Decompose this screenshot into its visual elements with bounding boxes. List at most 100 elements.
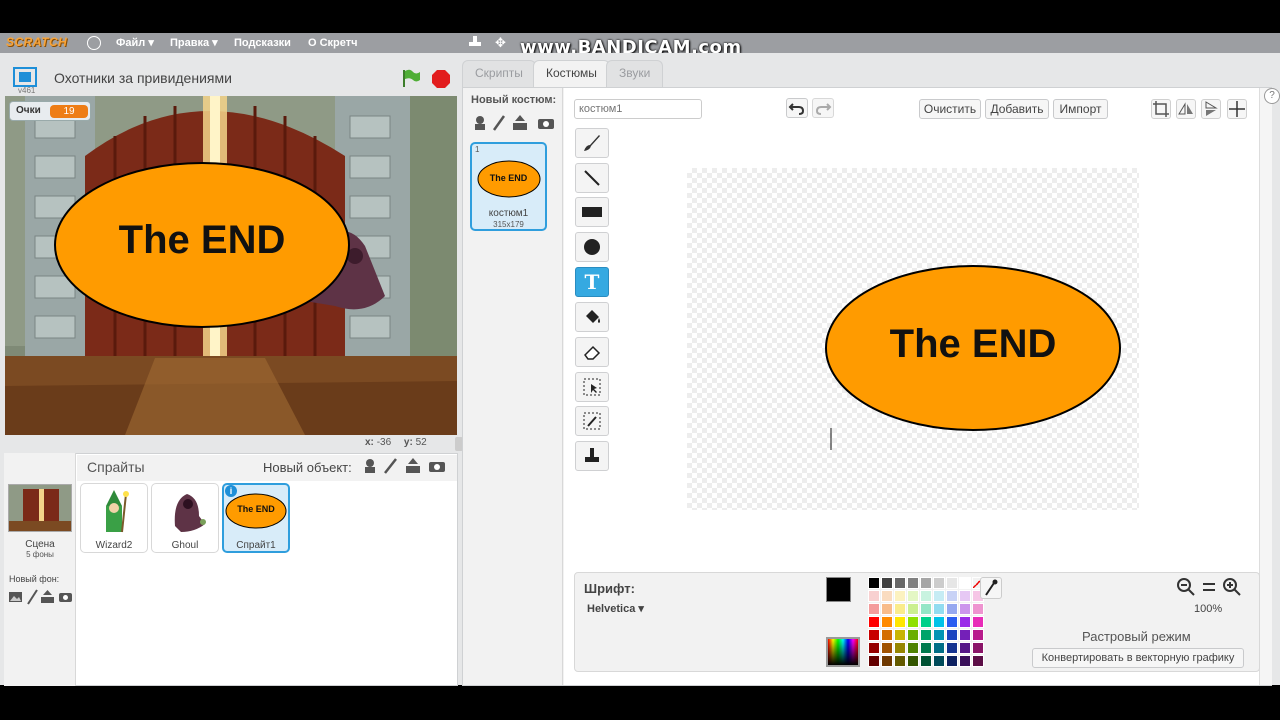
menu-edit[interactable]: Правка ▾: [170, 35, 218, 51]
choose-costume-icon[interactable]: [472, 114, 488, 132]
color-swatch[interactable]: [920, 577, 932, 589]
color-swatch[interactable]: [894, 655, 906, 667]
color-swatch[interactable]: [868, 629, 880, 641]
color-swatch[interactable]: [933, 616, 945, 628]
cut-icon[interactable]: ✥: [495, 35, 509, 50]
crop-icon[interactable]: [1151, 99, 1171, 119]
camera-sprite-icon[interactable]: [428, 459, 446, 473]
color-swatch[interactable]: [881, 590, 893, 602]
color-swatch[interactable]: [972, 642, 984, 654]
stage-thumbnail[interactable]: [8, 484, 72, 532]
redo-button[interactable]: [812, 98, 834, 118]
paint-sprite-icon[interactable]: [382, 457, 398, 475]
upload-backdrop-icon[interactable]: [40, 589, 55, 604]
color-swatch[interactable]: [881, 629, 893, 641]
color-swatch[interactable]: [933, 590, 945, 602]
menu-file[interactable]: Файл ▾: [116, 35, 154, 51]
costume-name-input[interactable]: [574, 99, 702, 119]
color-palette[interactable]: [868, 577, 984, 669]
paint-backdrop-icon[interactable]: [26, 589, 38, 605]
color-swatch[interactable]: [907, 642, 919, 654]
color-picker-spectrum[interactable]: [826, 637, 860, 667]
color-swatch[interactable]: [894, 590, 906, 602]
color-swatch[interactable]: [920, 642, 932, 654]
color-swatch[interactable]: [868, 590, 880, 602]
zoom-in-button[interactable]: [1222, 577, 1242, 597]
undo-button[interactable]: [786, 98, 808, 118]
flip-horizontal-icon[interactable]: [1176, 99, 1196, 119]
camera-backdrop-icon[interactable]: [58, 591, 73, 603]
color-swatch[interactable]: [907, 655, 919, 667]
zoom-reset-button[interactable]: [1200, 579, 1218, 595]
editor-scrollbar[interactable]: [1259, 88, 1272, 685]
eraser-tool[interactable]: [575, 337, 609, 367]
menu-tips[interactable]: Подсказки: [234, 35, 291, 51]
color-swatch[interactable]: [881, 577, 893, 589]
project-title[interactable]: Охотники за привидениями: [54, 70, 232, 86]
stage-canvas[interactable]: The END Очки 19: [5, 96, 457, 435]
fullscreen-button[interactable]: [12, 66, 38, 88]
magic-select-tool[interactable]: [575, 406, 609, 436]
sprite-card-sprite1[interactable]: The END Спрайт1 i: [222, 483, 290, 553]
text-tool[interactable]: T: [575, 267, 609, 297]
upload-costume-icon[interactable]: [511, 114, 529, 132]
color-swatch[interactable]: [959, 629, 971, 641]
tab-sounds[interactable]: Звуки: [606, 60, 664, 87]
eyedropper-tool[interactable]: [980, 577, 1002, 599]
color-swatch[interactable]: [881, 603, 893, 615]
color-swatch[interactable]: [933, 642, 945, 654]
primary-color[interactable]: [826, 577, 851, 602]
paint-costume-icon[interactable]: [492, 114, 506, 132]
paint-canvas[interactable]: The END: [687, 168, 1139, 510]
color-swatch[interactable]: [868, 603, 880, 615]
color-swatch[interactable]: [920, 616, 932, 628]
convert-vector-button[interactable]: Конвертировать в векторную графику: [1032, 648, 1244, 668]
choose-backdrop-icon[interactable]: [8, 590, 23, 604]
color-swatch[interactable]: [946, 590, 958, 602]
font-select[interactable]: Helvetica ▾: [587, 602, 644, 615]
color-swatch[interactable]: [959, 642, 971, 654]
color-swatch[interactable]: [894, 577, 906, 589]
color-swatch[interactable]: [959, 577, 971, 589]
color-swatch[interactable]: [972, 655, 984, 667]
color-swatch[interactable]: [959, 655, 971, 667]
info-icon[interactable]: i: [225, 485, 237, 497]
color-swatch[interactable]: [881, 616, 893, 628]
canvas-text[interactable]: The END: [826, 322, 1120, 367]
color-swatch[interactable]: [894, 616, 906, 628]
color-swatch[interactable]: [972, 603, 984, 615]
color-swatch[interactable]: [894, 629, 906, 641]
stop-button[interactable]: [431, 69, 451, 89]
color-swatch[interactable]: [920, 655, 932, 667]
color-swatch[interactable]: [959, 590, 971, 602]
add-button[interactable]: Добавить: [985, 99, 1049, 119]
color-swatch[interactable]: [868, 577, 880, 589]
line-tool[interactable]: [575, 163, 609, 193]
language-globe-icon[interactable]: [87, 36, 101, 50]
sprite-card-ghoul[interactable]: Ghoul: [151, 483, 219, 553]
flip-vertical-icon[interactable]: [1201, 99, 1221, 119]
color-swatch[interactable]: [868, 616, 880, 628]
costume-card[interactable]: 1 The END костюм1 315x179: [470, 142, 547, 231]
color-swatch[interactable]: [959, 616, 971, 628]
green-flag-button[interactable]: [400, 68, 422, 88]
brush-tool[interactable]: [575, 128, 609, 158]
ellipse-tool[interactable]: [575, 232, 609, 262]
clear-button[interactable]: Очистить: [919, 99, 981, 119]
color-swatch[interactable]: [933, 577, 945, 589]
camera-costume-icon[interactable]: [537, 116, 555, 130]
import-button[interactable]: Импорт: [1053, 99, 1108, 119]
menu-about[interactable]: О Скретч: [308, 35, 358, 51]
color-swatch[interactable]: [972, 629, 984, 641]
color-swatch[interactable]: [907, 616, 919, 628]
select-tool[interactable]: [575, 372, 609, 402]
sprite-card-wizard2[interactable]: Wizard2: [80, 483, 148, 553]
color-swatch[interactable]: [946, 577, 958, 589]
color-swatch[interactable]: [946, 655, 958, 667]
color-swatch[interactable]: [907, 629, 919, 641]
color-swatch[interactable]: [946, 642, 958, 654]
color-swatch[interactable]: [881, 642, 893, 654]
zoom-out-button[interactable]: [1176, 577, 1196, 597]
color-swatch[interactable]: [946, 616, 958, 628]
color-swatch[interactable]: [868, 642, 880, 654]
